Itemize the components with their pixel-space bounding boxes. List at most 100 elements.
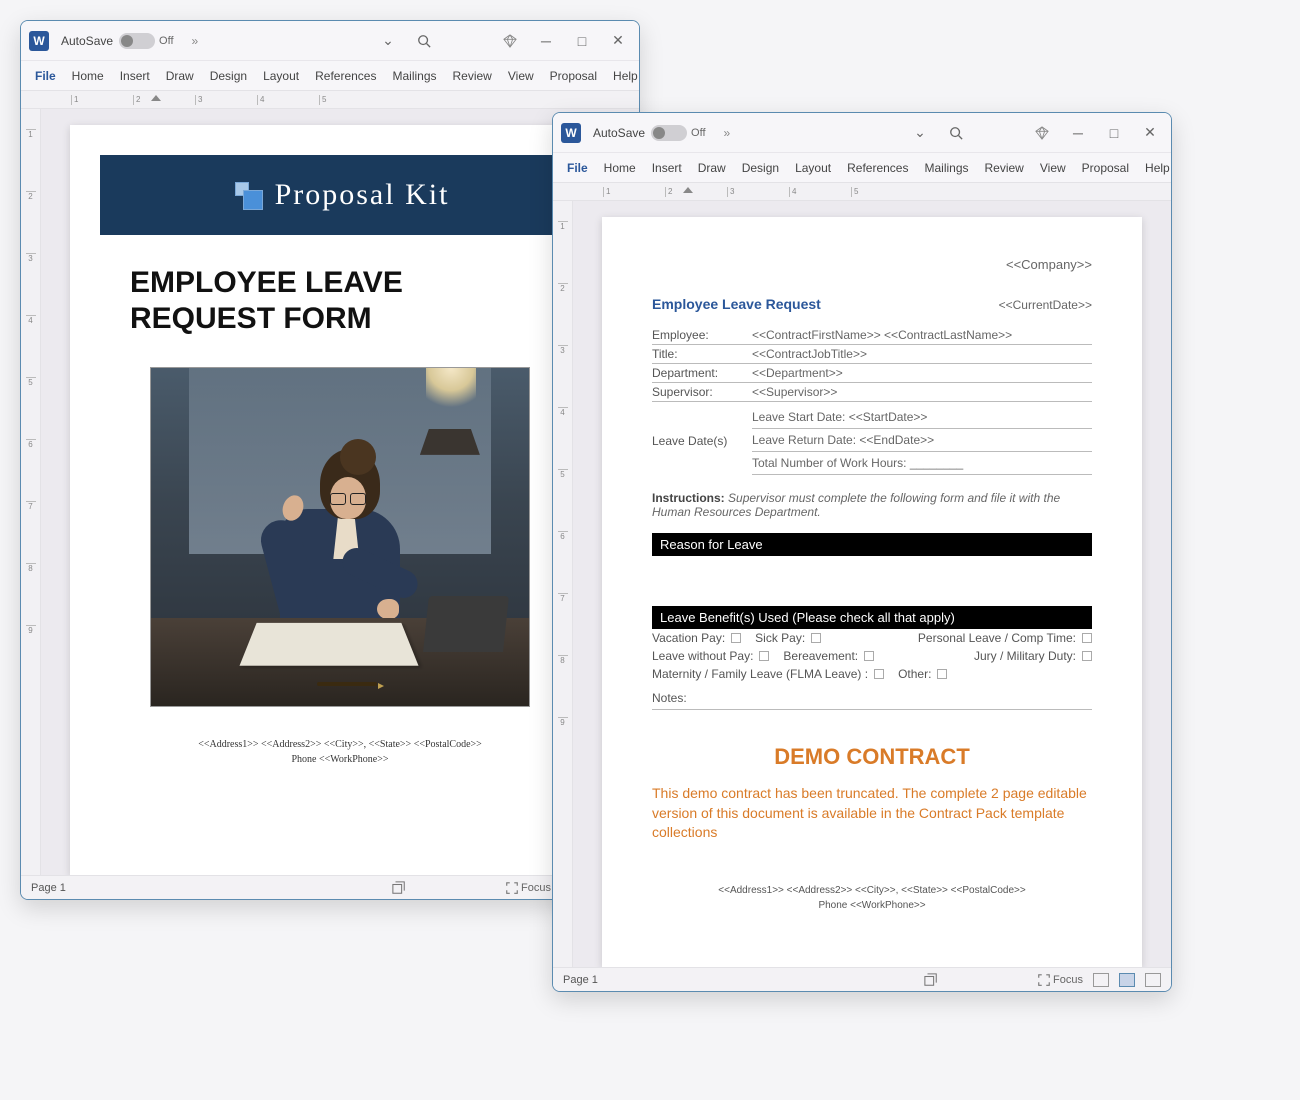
focus-mode-button[interactable]: Focus (506, 882, 551, 894)
autosave-state: Off (691, 127, 705, 139)
tab-design[interactable]: Design (204, 65, 253, 87)
tab-file[interactable]: File (29, 65, 62, 87)
tab-view[interactable]: View (1034, 157, 1072, 179)
print-layout-icon[interactable] (1119, 973, 1135, 987)
tab-draw[interactable]: Draw (692, 157, 732, 179)
ruler-tick: 2 (133, 95, 195, 105)
qat-overflow-icon[interactable]: » (718, 126, 737, 140)
field-label: Title: (652, 347, 752, 361)
tab-design[interactable]: Design (736, 157, 785, 179)
tab-help[interactable]: Help (1139, 157, 1171, 179)
focus-mode-button[interactable]: Focus (1038, 974, 1083, 986)
titlebar-controls: ⌄ ─ □ ✕ (375, 28, 631, 54)
checkbox-icon[interactable] (1082, 651, 1092, 661)
checkbox-icon[interactable] (937, 669, 947, 679)
text-tools-icon[interactable] (924, 973, 938, 987)
indent-marker-icon[interactable] (151, 95, 161, 101)
diamond-icon[interactable] (1029, 120, 1055, 146)
chevron-down-icon[interactable]: ⌄ (375, 28, 401, 54)
tab-home[interactable]: Home (66, 65, 110, 87)
autosave-label: AutoSave (61, 34, 113, 48)
tab-layout[interactable]: Layout (257, 65, 305, 87)
benefit-vacation-pay: Vacation Pay: (652, 631, 725, 645)
tab-file[interactable]: File (561, 157, 594, 179)
ruler-tick: 3 (195, 95, 257, 105)
vertical-ruler[interactable]: 1 2 3 4 5 6 7 8 9 (553, 201, 573, 967)
word-app-icon: W (561, 123, 581, 143)
titlebar: W AutoSave Off » ⌄ ─ □ ✕ (553, 113, 1171, 153)
titlebar-controls: ⌄ ─ □ ✕ (907, 120, 1163, 146)
checkbox-icon[interactable] (759, 651, 769, 661)
tab-proposal[interactable]: Proposal (544, 65, 603, 87)
tab-proposal[interactable]: Proposal (1076, 157, 1135, 179)
benefit-personal-leave: Personal Leave / Comp Time: (918, 631, 1076, 645)
document-area[interactable]: 1 2 3 4 5 6 7 8 9 <<Company>> Employee L… (553, 201, 1171, 967)
ruler-tick: 1 (26, 129, 36, 191)
tab-insert[interactable]: Insert (114, 65, 156, 87)
cover-illustration (150, 367, 530, 707)
checkbox-icon[interactable] (731, 633, 741, 643)
ruler-tick: 5 (851, 187, 913, 197)
read-mode-icon[interactable] (1093, 973, 1109, 987)
footer-address: <<Address1>> <<Address2>> <<City>>, <<St… (652, 883, 1092, 913)
tab-view[interactable]: View (502, 65, 540, 87)
ruler-tick: 8 (26, 563, 36, 625)
footer-line-2: Phone <<WorkPhone>> (70, 752, 610, 767)
search-icon[interactable] (411, 28, 437, 54)
form-title: Employee Leave Request (652, 296, 821, 312)
leave-dates-label: Leave Date(s) (652, 406, 752, 475)
search-icon[interactable] (943, 120, 969, 146)
tab-insert[interactable]: Insert (646, 157, 688, 179)
checkbox-icon[interactable] (874, 669, 884, 679)
field-label: Department: (652, 366, 752, 380)
tab-mailings[interactable]: Mailings (918, 157, 974, 179)
tab-review[interactable]: Review (979, 157, 1030, 179)
tab-review[interactable]: Review (447, 65, 498, 87)
ruler-tick: 2 (26, 191, 36, 253)
document-page: Proposal Kit EMPLOYEE LEAVE REQUEST FORM (70, 125, 610, 875)
close-icon[interactable]: ✕ (605, 28, 631, 54)
qat-overflow-icon[interactable]: » (186, 34, 205, 48)
benefit-sick-pay: Sick Pay: (755, 631, 805, 645)
tab-draw[interactable]: Draw (160, 65, 200, 87)
checkbox-icon[interactable] (864, 651, 874, 661)
page-number[interactable]: Page 1 (31, 882, 392, 894)
diamond-icon[interactable] (497, 28, 523, 54)
benefit-maternity-leave: Maternity / Family Leave (FLMA Leave) : (652, 667, 868, 681)
maximize-icon[interactable]: □ (569, 28, 595, 54)
footer-line-2: Phone <<WorkPhone>> (652, 898, 1092, 913)
tab-layout[interactable]: Layout (789, 157, 837, 179)
benefit-leave-without-pay: Leave without Pay: (652, 649, 753, 663)
leave-start-date: Leave Start Date: <<StartDate>> (752, 406, 1092, 429)
web-layout-icon[interactable] (1145, 973, 1161, 987)
title-line-1: EMPLOYEE LEAVE (130, 265, 550, 301)
autosave-toggle[interactable] (651, 125, 687, 141)
indent-marker-icon[interactable] (683, 187, 693, 193)
tab-home[interactable]: Home (598, 157, 642, 179)
horizontal-ruler[interactable]: 1 2 3 4 5 (21, 91, 639, 109)
ruler-tick: 4 (26, 315, 36, 377)
tab-help[interactable]: Help (607, 65, 639, 87)
chevron-down-icon[interactable]: ⌄ (907, 120, 933, 146)
tab-mailings[interactable]: Mailings (386, 65, 442, 87)
vertical-ruler[interactable]: 1 2 3 4 5 6 7 8 9 (21, 109, 41, 875)
text-tools-icon[interactable] (392, 881, 406, 895)
document-area[interactable]: 1 2 3 4 5 6 7 8 9 Proposal Kit EMPLOYEE … (21, 109, 639, 875)
tab-references[interactable]: References (309, 65, 382, 87)
checkbox-icon[interactable] (1082, 633, 1092, 643)
titlebar: W AutoSave Off » ⌄ ─ □ ✕ (21, 21, 639, 61)
minimize-icon[interactable]: ─ (1065, 120, 1091, 146)
maximize-icon[interactable]: □ (1101, 120, 1127, 146)
autosave-toggle[interactable] (119, 33, 155, 49)
ruler-tick: 2 (665, 187, 727, 197)
close-icon[interactable]: ✕ (1137, 120, 1163, 146)
checkbox-icon[interactable] (811, 633, 821, 643)
minimize-icon[interactable]: ─ (533, 28, 559, 54)
leave-dates-section: Leave Date(s) Leave Start Date: <<StartD… (652, 406, 1092, 475)
field-value: <<ContractFirstName>> <<ContractLastName… (752, 328, 1092, 342)
horizontal-ruler[interactable]: 1 2 3 4 5 (553, 183, 1171, 201)
tab-references[interactable]: References (841, 157, 914, 179)
page-number[interactable]: Page 1 (563, 974, 924, 986)
field-label: Supervisor: (652, 385, 752, 399)
word-window-2: W AutoSave Off » ⌄ ─ □ ✕ File Home Inser… (552, 112, 1172, 992)
